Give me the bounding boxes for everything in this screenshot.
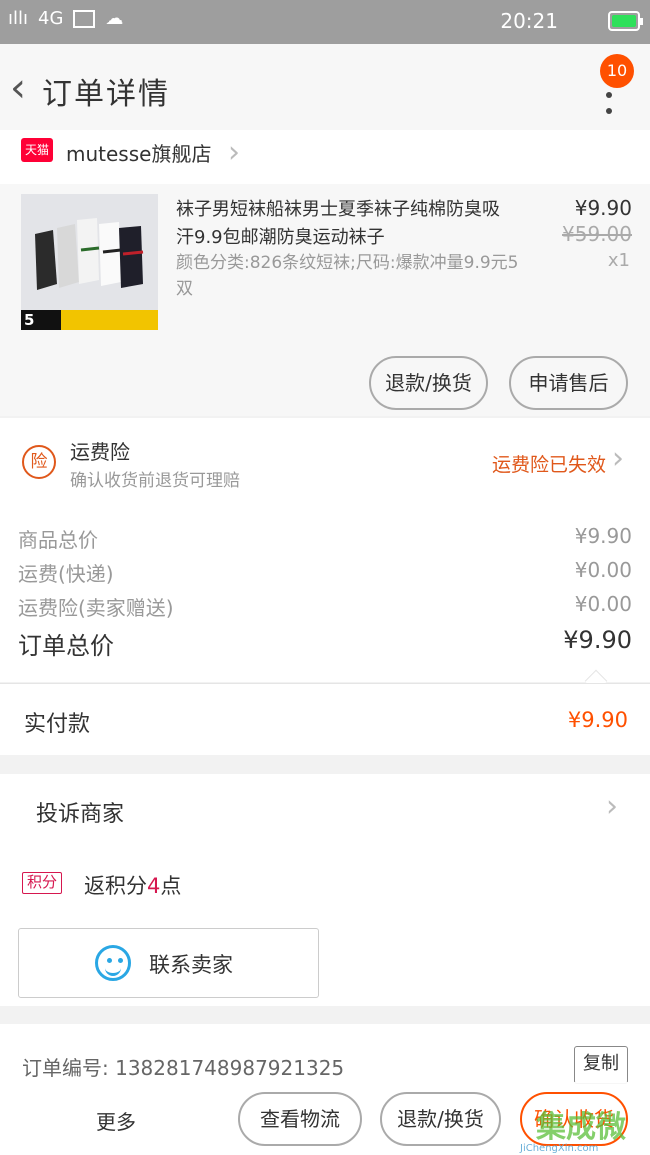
points-suffix: 点 xyxy=(160,874,182,898)
chevron-right-icon: › xyxy=(228,135,240,170)
tmall-logo-icon: 天猫 xyxy=(21,138,53,162)
summary-value: ¥0.00 xyxy=(574,558,632,582)
message-count-badge: 10 xyxy=(600,54,634,88)
insurance-title: 运费险 xyxy=(70,440,130,464)
contact-seller-label: 联系卖家 xyxy=(149,953,233,977)
points-prefix: 返积分 xyxy=(84,874,147,898)
order-number-label: 订单编号: xyxy=(22,1056,109,1080)
copy-order-number-button[interactable]: 复制 xyxy=(574,1046,628,1084)
product-sku: 颜色分类:826条纹短袜;尺码:爆款冲量9.9元5双 xyxy=(176,253,519,299)
page-title: 订单详情 xyxy=(42,77,170,112)
insurance-subtitle: 确认收货前退货可理赔 xyxy=(70,471,240,491)
watermark-url: JiChengXin.com xyxy=(520,1143,599,1154)
points-badge: 积分 xyxy=(22,872,63,894)
product-title[interactable]: 袜子男短袜船袜男士夏季袜子纯棉防臭吸汗9.9包邮潮防臭运动袜子 xyxy=(176,196,516,252)
wangwang-chat-icon xyxy=(95,945,131,981)
nav-header: ‹ 订单详情 10 xyxy=(0,44,650,130)
shop-name: mutesse旗舰店 xyxy=(66,142,212,166)
amount-paid-row: 实付款 ¥9.90 xyxy=(0,683,650,755)
complain-seller-link[interactable]: 投诉商家 xyxy=(36,796,124,828)
order-total-value: ¥9.90 xyxy=(563,626,632,654)
summary-row-insurance: 运费险(卖家赠送) ¥0.00 xyxy=(18,592,632,621)
amount-paid-label: 实付款 xyxy=(24,712,91,737)
refund-exchange-bottom-button[interactable]: 退款/换货 xyxy=(380,1092,501,1146)
summary-row-shipping: 运费(快递) ¥0.00 xyxy=(18,558,632,587)
thumb-badge: 5 xyxy=(24,311,35,329)
status-icons: ıllı 4G ☁ xyxy=(8,8,123,29)
insurance-status: 运费险已失效 xyxy=(491,454,606,476)
points-count: 4 xyxy=(147,874,161,898)
watermark-logo: 集成微信 xyxy=(536,1110,626,1155)
summary-label: 商品总价 xyxy=(18,528,98,552)
summary-label: 运费(快递) xyxy=(18,562,114,586)
after-sales-button[interactable]: 申请售后 xyxy=(509,356,628,410)
amount-paid-value: ¥9.90 xyxy=(567,708,628,732)
summary-label: 运费险(卖家赠送) xyxy=(18,596,174,620)
order-total-row: 订单总价 ¥9.90 xyxy=(18,626,632,661)
insurance-icon: 险 xyxy=(22,445,56,479)
summary-row-goods: 商品总价 ¥9.90 xyxy=(18,524,632,553)
back-arrow-icon[interactable]: ‹ xyxy=(10,68,26,108)
more-actions-button[interactable]: 更多 xyxy=(96,1106,136,1135)
order-number-value: 1382817489879213​25 xyxy=(115,1056,345,1080)
network-type: 4G xyxy=(38,8,64,29)
shipping-insurance-row[interactable]: 险 运费险 确认收货前退货可理赔 运费险已失效 › xyxy=(0,418,650,506)
summary-value: ¥0.00 xyxy=(574,592,632,616)
chevron-right-icon: › xyxy=(606,789,618,824)
clock: 20:21 xyxy=(500,9,558,33)
points-text: 返积分4点 xyxy=(84,870,181,900)
product-item[interactable]: 5 袜子男短袜船袜男士夏季袜子纯棉防臭吸汗9.9包邮潮防臭运动袜子 颜色分类:8… xyxy=(0,184,650,416)
view-logistics-button[interactable]: 查看物流 xyxy=(238,1092,362,1146)
chevron-right-icon: › xyxy=(612,441,624,476)
battery-icon xyxy=(608,11,643,31)
order-number: 订单编号: 1382817489879213​25 xyxy=(22,1052,344,1081)
product-thumbnail[interactable]: 5 xyxy=(21,194,158,330)
image-icon xyxy=(73,9,96,28)
product-quantity: x1 xyxy=(607,250,630,271)
service-section: 投诉商家 › 积分 返积分4点 联系卖家 xyxy=(0,774,650,1006)
summary-value: ¥9.90 xyxy=(574,524,632,548)
cloud-icon: ☁ xyxy=(105,8,124,29)
order-total-label: 订单总价 xyxy=(18,632,114,660)
product-original-price: ¥59.00 xyxy=(562,222,632,246)
contact-seller-button[interactable]: 联系卖家 xyxy=(18,928,319,998)
product-price: ¥9.90 xyxy=(574,196,632,220)
price-summary: 商品总价 ¥9.90 运费(快递) ¥0.00 运费险(卖家赠送) ¥0.00 … xyxy=(0,506,650,682)
refund-exchange-button[interactable]: 退款/换货 xyxy=(369,356,488,410)
status-bar: ıllı 4G ☁ 20:21 xyxy=(0,0,650,44)
signal-icon: ıllı xyxy=(8,8,29,29)
shop-row[interactable]: 天猫 mutesse旗舰店 › xyxy=(0,130,650,184)
